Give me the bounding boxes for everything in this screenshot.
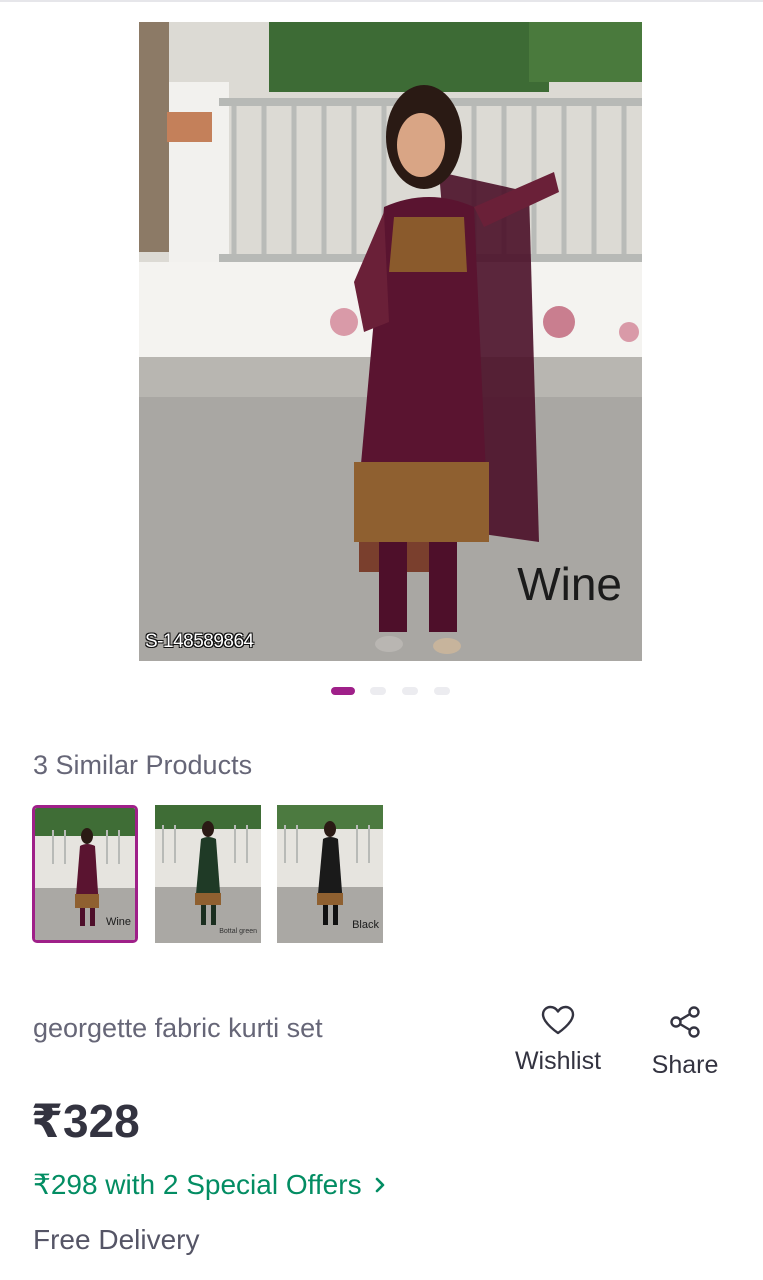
special-offers-link[interactable]: ₹298 with 2 Special Offers [33,1168,386,1201]
carousel-indicator [0,687,763,697]
delivery-info: Free Delivery [33,1224,200,1255]
product-price: ₹328 [31,1095,140,1147]
similar-product-thumb[interactable]: Bottal green [155,805,261,943]
product-image-carousel[interactable]: Wine S-148589864 [139,22,642,661]
carousel-dot[interactable] [434,687,450,695]
wishlist-button[interactable]: Wishlist [508,1005,608,1076]
similar-product-label: Black [352,919,379,931]
image-watermark: S-148589864 [145,631,254,652]
carousel-dot[interactable] [370,687,386,695]
top-divider [0,0,763,2]
similar-product-thumb[interactable]: Black [277,805,383,943]
chevron-right-icon [375,1177,384,1192]
heart-icon [541,1005,575,1035]
similar-product-label: Bottal green [219,928,257,935]
share-button[interactable]: Share [640,1005,730,1080]
share-icon [670,1006,700,1038]
carousel-dot-active[interactable] [331,687,355,695]
product-name: georgette fabric kurti set [33,1013,323,1043]
image-color-label: Wine [517,558,622,610]
similar-products-title: 3 Similar Products [33,750,253,780]
share-label: Share [651,1051,719,1079]
similar-product-image [155,805,261,943]
similar-product-label: Wine [105,916,131,928]
wishlist-label: Wishlist [514,1047,602,1075]
similar-product-thumb[interactable]: Wine [32,805,138,943]
carousel-dot[interactable] [402,687,418,695]
special-offers-text: ₹298 with 2 Special Offers [33,1169,362,1200]
